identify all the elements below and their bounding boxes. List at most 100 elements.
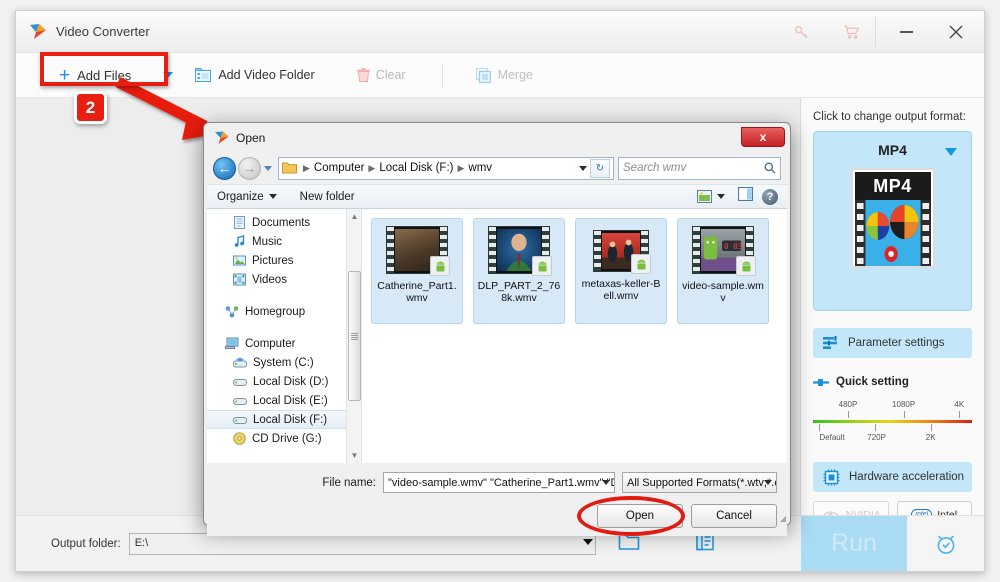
open-dialog-footer: File name: "video-sample.wmv" "Catherine…	[207, 463, 787, 536]
nav-item-local-disk-d[interactable]: Local Disk (D:)	[207, 372, 361, 391]
file-name-label: File name:	[322, 476, 376, 489]
open-dialog-app-icon	[215, 131, 229, 144]
chevron-down-icon[interactable]	[945, 148, 957, 156]
hardware-acceleration-button[interactable]: Hardware acceleration	[813, 462, 972, 492]
key-icon[interactable]	[786, 19, 816, 45]
close-icon[interactable]	[934, 17, 978, 47]
dialog-buttons: Open Cancel	[217, 496, 777, 536]
nav-item-label: Videos	[252, 273, 287, 286]
nav-item-pictures[interactable]: Pictures	[207, 251, 361, 270]
slider-tick	[875, 424, 876, 431]
nav-item-label: Pictures	[252, 254, 294, 267]
nav-item-label: Local Disk (E:)	[253, 394, 328, 407]
file-name-dropdown-icon[interactable]	[602, 480, 610, 485]
android-overlay-icon	[736, 256, 756, 276]
help-icon[interactable]: ?	[762, 188, 778, 205]
nav-item-system-c[interactable]: System (C:)	[207, 353, 361, 372]
output-folder-dropdown-icon[interactable]	[582, 538, 593, 545]
slider-top-label-480p: 480P	[838, 400, 858, 409]
clear-label: Clear	[375, 68, 406, 82]
nav-item-label: Local Disk (F:)	[253, 413, 328, 426]
add-files-highlight-box	[40, 52, 168, 86]
search-box[interactable]: Search wmv	[618, 156, 781, 180]
breadcrumb[interactable]: ▶ Computer ▶ Local Disk (F:) ▶ wmv ↻	[278, 156, 614, 180]
file-tile[interactable]: Catherine_Part1.wmv	[371, 218, 463, 324]
breadcrumb-item-computer[interactable]: Computer	[314, 162, 365, 174]
history-dropdown-icon[interactable]	[264, 165, 272, 171]
file-name: DLP_PART_2_768k.wmv	[477, 280, 561, 304]
nav-item-cd-drive-g[interactable]: CD Drive (G:)	[207, 429, 361, 448]
android-overlay-icon	[532, 256, 552, 276]
nav-item-label: Computer	[245, 337, 296, 350]
slider-tick	[930, 424, 932, 431]
nav-item-local-disk-f[interactable]: Local Disk (F:)	[207, 410, 361, 429]
merge-icon	[475, 67, 491, 83]
file-type-select[interactable]: All Supported Formats(*.wtv;*.c	[622, 472, 777, 493]
file-grid[interactable]: Catherine_Part1.wmv DLP_PART_2_768k.wmv …	[362, 209, 787, 463]
cart-icon[interactable]	[836, 19, 866, 45]
homegroup-icon	[225, 306, 239, 318]
parameter-settings-button[interactable]: Parameter settings	[813, 328, 972, 358]
view-options-button[interactable]	[697, 190, 725, 203]
run-button[interactable]: Run	[801, 516, 907, 571]
parameter-settings-label: Parameter settings	[848, 337, 945, 349]
chevron-down-icon	[268, 194, 277, 199]
cd-drive-icon	[233, 432, 246, 445]
clear-button[interactable]: Clear	[356, 67, 406, 83]
nav-item-computer[interactable]: Computer	[207, 334, 361, 353]
preview-pane-button[interactable]	[737, 186, 754, 206]
slider-tick	[959, 411, 961, 418]
nav-scroll-thumb[interactable]	[348, 271, 361, 401]
organize-button[interactable]: Organize	[217, 191, 277, 203]
cancel-button[interactable]: Cancel	[691, 504, 777, 528]
app-logo-icon	[30, 24, 46, 39]
refresh-icon[interactable]: ↻	[590, 158, 610, 178]
open-dialog-navbar: ← → ▶ Computer ▶ Local Disk (F:) ▶ wmv ↻…	[207, 152, 787, 184]
nav-scrollbar[interactable]: ▲ ▼	[346, 209, 361, 463]
search-input[interactable]: Search wmv	[623, 162, 686, 174]
slider-track[interactable]	[813, 420, 972, 423]
merge-button[interactable]: Merge	[475, 67, 533, 83]
nav-item-label: System (C:)	[253, 356, 314, 369]
nav-item-documents[interactable]: Documents	[207, 213, 361, 232]
videos-icon	[233, 273, 246, 286]
organize-label: Organize	[217, 190, 264, 203]
quality-slider[interactable]: 480P 1080P 4K Default 720P 2K	[813, 400, 972, 448]
minimize-icon[interactable]	[884, 17, 928, 47]
new-folder-button[interactable]: New folder	[300, 191, 355, 203]
file-tile[interactable]: metaxas-keller-Bell.wmv	[575, 218, 667, 324]
nav-item-videos[interactable]: Videos	[207, 270, 361, 289]
file-tile[interactable]: 0 03 11 video-sample.wmv	[677, 218, 769, 324]
forward-icon[interactable]: →	[238, 156, 261, 180]
back-icon[interactable]: ←	[213, 156, 236, 180]
quick-setting-label: Quick setting	[836, 376, 909, 388]
add-video-folder-button[interactable]: Add Video Folder	[195, 68, 315, 82]
file-name-input[interactable]: "video-sample.wmv" "Catherine_Part1.wmv"…	[383, 472, 615, 493]
breadcrumb-item-wmv[interactable]: wmv	[468, 162, 492, 174]
file-tile[interactable]: DLP_PART_2_768k.wmv	[473, 218, 565, 324]
alarm-icon[interactable]	[907, 516, 984, 571]
nav-item-local-disk-e[interactable]: Local Disk (E:)	[207, 391, 361, 410]
nav-item-label: CD Drive (G:)	[252, 432, 322, 445]
file-thumbnail	[386, 226, 450, 276]
search-icon	[764, 162, 776, 174]
breadcrumb-separator: ▶	[457, 162, 465, 173]
format-thumbnail-label: MP4	[854, 172, 931, 200]
scroll-up-icon[interactable]: ▲	[347, 209, 361, 224]
android-overlay-icon	[430, 256, 450, 276]
open-dialog: Open x ← → ▶ Computer ▶ Local Disk (F:) …	[203, 122, 791, 536]
scroll-down-icon[interactable]: ▼	[347, 448, 361, 463]
output-format-card[interactable]: MP4 MP4	[813, 131, 972, 311]
drive-icon	[233, 378, 247, 386]
nav-item-homegroup[interactable]: Homegroup	[207, 302, 361, 321]
open-button[interactable]: Open	[597, 504, 683, 528]
slider-tick	[903, 411, 905, 418]
breadcrumb-item-local-disk-f[interactable]: Local Disk (F:)	[379, 162, 453, 174]
resize-grip-icon[interactable]: ◢	[780, 514, 786, 523]
open-dialog-close-button[interactable]: x	[741, 127, 785, 147]
slider-top-label-4k: 4K	[954, 400, 965, 409]
breadcrumb-dropdown-icon[interactable]	[579, 165, 587, 171]
nav-item-music[interactable]: Music	[207, 232, 361, 251]
